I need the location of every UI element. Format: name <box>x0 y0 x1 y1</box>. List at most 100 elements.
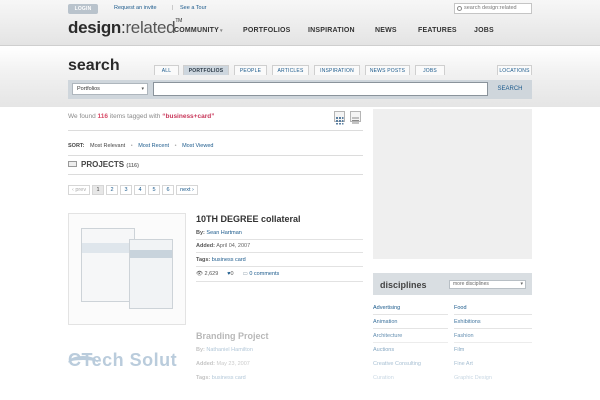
project-thumbnail[interactable] <box>68 213 186 325</box>
comments-link[interactable]: 0 comments <box>249 271 279 277</box>
nav-community-label: COMMUNITY <box>174 27 219 34</box>
tab-locations[interactable]: LOCATIONS <box>497 65 532 75</box>
tab-jobs[interactable]: JOBS <box>415 65 445 75</box>
discipline-link[interactable]: Creative Consulting <box>373 361 421 367</box>
results-prefix: We found <box>68 113 96 120</box>
divider <box>373 342 448 343</box>
sort-bar: SORT: Most Relevant • Most Recent • Most… <box>68 143 213 149</box>
list-view-glyph <box>352 117 359 124</box>
sort-most-recent[interactable]: Most Recent <box>138 143 169 149</box>
pager-next[interactable]: next › <box>176 185 198 195</box>
sort-most-relevant[interactable]: Most Relevant <box>90 143 125 149</box>
nav-community[interactable]: COMMUNITY▾ <box>174 27 223 34</box>
pager-page-2[interactable]: 2 <box>106 185 119 195</box>
chevron-down-icon: ▾ <box>141 86 144 92</box>
scope-select[interactable]: Portfolios ▾ <box>72 83 148 95</box>
pager-page-5[interactable]: 5 <box>148 185 161 195</box>
author-link[interactable]: Nathaniel Hamilton <box>206 347 252 353</box>
thumbnail-card-band <box>82 243 134 253</box>
sort-dot: • <box>174 143 177 149</box>
chevron-down-icon: ▾ <box>219 28 223 34</box>
divider <box>454 342 532 343</box>
tab-portfolios[interactable]: PORTFOLIOS <box>183 65 229 75</box>
pager-page-3[interactable]: 3 <box>120 185 133 195</box>
divider <box>68 155 363 156</box>
site-logo[interactable]: design:relatedTM <box>68 18 182 38</box>
discipline-link[interactable]: Curation <box>373 375 394 381</box>
results-query: “business+card” <box>162 113 215 120</box>
views-stat: 👁 2,629 <box>196 271 218 277</box>
discipline-link[interactable]: Architecture <box>373 333 402 339</box>
favorites-stat[interactable]: ♥0 <box>227 271 233 277</box>
comment-icon: ▭ <box>242 271 248 277</box>
discipline-link[interactable]: Fashion <box>454 333 474 339</box>
divider <box>373 328 448 329</box>
results-count: 116 <box>97 113 109 120</box>
discipline-link[interactable]: Film <box>454 347 464 353</box>
pager-page-1[interactable]: 1 <box>92 185 105 195</box>
author-link[interactable]: Sean Hartman <box>206 230 241 236</box>
project-title[interactable]: 10TH DEGREE collateral <box>196 214 301 224</box>
nav-portfolios[interactable]: PORTFOLIOS <box>243 27 291 34</box>
tag-link[interactable]: business card <box>212 257 246 263</box>
discipline-link[interactable]: Advertising <box>373 305 400 311</box>
discipline-link[interactable]: Food <box>454 305 467 311</box>
project-title[interactable]: Branding Project <box>196 331 269 341</box>
see-tour-link[interactable]: See a Tour <box>180 5 207 11</box>
tab-articles[interactable]: ARTICLES <box>272 65 309 75</box>
section-title-text: PROJECTS <box>81 160 125 169</box>
pager-page-4[interactable]: 4 <box>134 185 147 195</box>
tab-people[interactable]: PEOPLE <box>234 65 267 75</box>
project-author: By: Nathaniel Hamilton <box>196 347 253 353</box>
logo-tm: TM <box>175 18 182 24</box>
pager-prev[interactable]: ‹ prev <box>68 185 91 195</box>
sort-label: SORT: <box>68 143 85 149</box>
scope-select-value: Portfolios <box>77 86 100 92</box>
project-tags: Tags: business card <box>196 375 246 381</box>
thumbnail-card-band <box>130 250 172 258</box>
ad-box <box>373 109 532 259</box>
divider <box>196 239 363 240</box>
thumbnail-card-front <box>129 239 173 309</box>
nav-inspiration[interactable]: INSPIRATION <box>308 27 355 34</box>
divider <box>68 130 363 131</box>
added-date: May 23, 2007 <box>216 361 250 367</box>
added-label: Added: <box>196 361 215 367</box>
pager-page-6[interactable]: 6 <box>162 185 175 195</box>
search-input[interactable] <box>153 82 488 96</box>
request-invite-link[interactable]: Request an invite <box>114 5 157 11</box>
site-search-input[interactable]: search design:related <box>454 3 532 14</box>
project-tags: Tags: business card <box>196 257 246 263</box>
nav-jobs[interactable]: JOBS <box>474 27 494 34</box>
divider <box>373 314 448 315</box>
discipline-link[interactable]: Animation <box>373 319 397 325</box>
favorites-count: 0 <box>230 271 234 277</box>
search-button[interactable]: SEARCH <box>493 84 527 94</box>
nav-features[interactable]: FEATURES <box>418 27 457 34</box>
disciplines-select[interactable]: more disciplines ▾ <box>449 280 526 289</box>
results-middle: items tagged with <box>109 113 161 120</box>
tab-inspiration[interactable]: INSPIRATION <box>314 65 360 75</box>
divider <box>196 266 363 267</box>
tab-news-posts[interactable]: NEWS POSTS <box>365 65 410 75</box>
discipline-link[interactable]: Exhibitions <box>454 319 481 325</box>
discipline-link[interactable]: Graphic Design <box>454 375 492 381</box>
list-view-icon[interactable] <box>350 111 361 124</box>
logo-light: related <box>125 18 176 37</box>
divider <box>454 328 532 329</box>
tag-link[interactable]: business card <box>212 375 246 381</box>
sort-most-viewed[interactable]: Most Viewed <box>182 143 213 149</box>
login-button[interactable]: LOGIN <box>68 4 98 14</box>
pager-prev-label: prev <box>75 187 87 193</box>
discipline-link[interactable]: Fine Art <box>454 361 473 367</box>
logo-bold: design <box>68 18 121 37</box>
top-separator: | <box>172 5 174 11</box>
tab-all[interactable]: ALL <box>154 65 179 75</box>
discipline-link[interactable]: Auctions <box>373 347 394 353</box>
nav-news[interactable]: NEWS <box>375 27 397 34</box>
grid-view-icon[interactable] <box>334 111 345 125</box>
thumbnail-card-back <box>81 228 135 302</box>
comments-stat[interactable]: ▭ 0 comments <box>243 271 280 277</box>
sort-dot: • <box>130 143 133 149</box>
divider <box>196 281 363 282</box>
